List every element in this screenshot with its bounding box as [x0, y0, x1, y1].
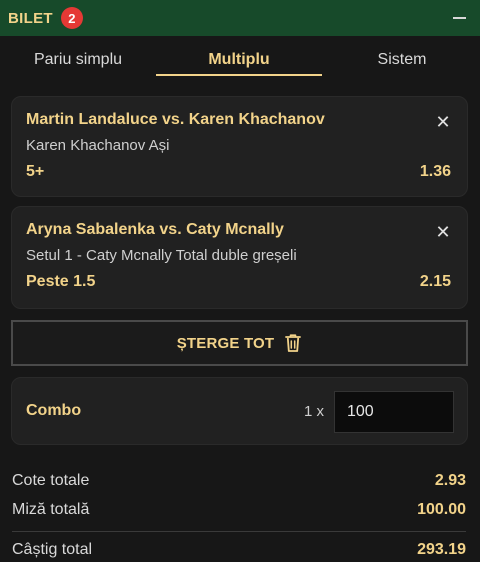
total-stake-value: 100.00 — [417, 501, 466, 518]
bet-type-tabs: Pariu simplu Multiplu Sistem — [0, 36, 480, 84]
trash-icon — [284, 333, 302, 353]
event-name: Martin Landaluce vs. Karen Khachanov — [26, 111, 325, 128]
tab-sistem[interactable]: Sistem — [324, 36, 480, 84]
total-odds-row: Cote totale 2.93 — [12, 472, 466, 490]
minimize-button[interactable] — [448, 7, 470, 29]
total-stake-label: Miză totală — [12, 501, 90, 518]
betslip-header: BILET 2 — [0, 0, 480, 36]
selection-odds: 1.36 — [419, 163, 451, 180]
minus-icon — [452, 17, 466, 19]
stake-input[interactable] — [334, 391, 454, 433]
total-odds-label: Cote totale — [12, 472, 90, 489]
clear-all-button[interactable]: ȘTERGE TOT — [11, 320, 468, 366]
selection-name: Peste 1.5 — [26, 273, 96, 290]
close-icon[interactable]: ✕ — [433, 222, 453, 242]
total-win-value: 293.19 — [417, 541, 466, 558]
event-name: Aryna Sabalenka vs. Caty Mcnally — [26, 221, 284, 238]
selection-name: 5+ — [26, 163, 45, 180]
summary-divider — [12, 531, 466, 532]
market-name: Setul 1 - Caty Mcnally Total duble greșe… — [26, 247, 297, 264]
tab-pariu-simplu[interactable]: Pariu simplu — [0, 36, 156, 84]
total-win-label: Câștig total — [12, 541, 93, 558]
combo-label: Combo — [26, 402, 82, 419]
total-stake-row: Miză totală 100.00 — [12, 501, 466, 519]
total-odds-value: 2.93 — [434, 472, 466, 489]
betslip-title: BILET — [8, 9, 53, 27]
combo-multiplier: 1 x — [304, 403, 325, 420]
bet-count-badge: 2 — [60, 7, 83, 29]
combo-stake-panel: Combo 1 x — [11, 377, 468, 445]
bet-card: Aryna Sabalenka vs. Caty Mcnally ✕ Setul… — [11, 206, 468, 309]
bet-card: Martin Landaluce vs. Karen Khachanov ✕ K… — [11, 96, 468, 197]
market-name: Karen Khachanov Ași — [26, 137, 170, 154]
tab-multiplu[interactable]: Multiplu — [156, 36, 322, 84]
close-icon[interactable]: ✕ — [433, 112, 453, 132]
selection-odds: 2.15 — [419, 273, 451, 290]
clear-all-label: ȘTERGE TOT — [176, 334, 275, 352]
total-win-row: Câștig total 293.19 — [12, 541, 466, 559]
